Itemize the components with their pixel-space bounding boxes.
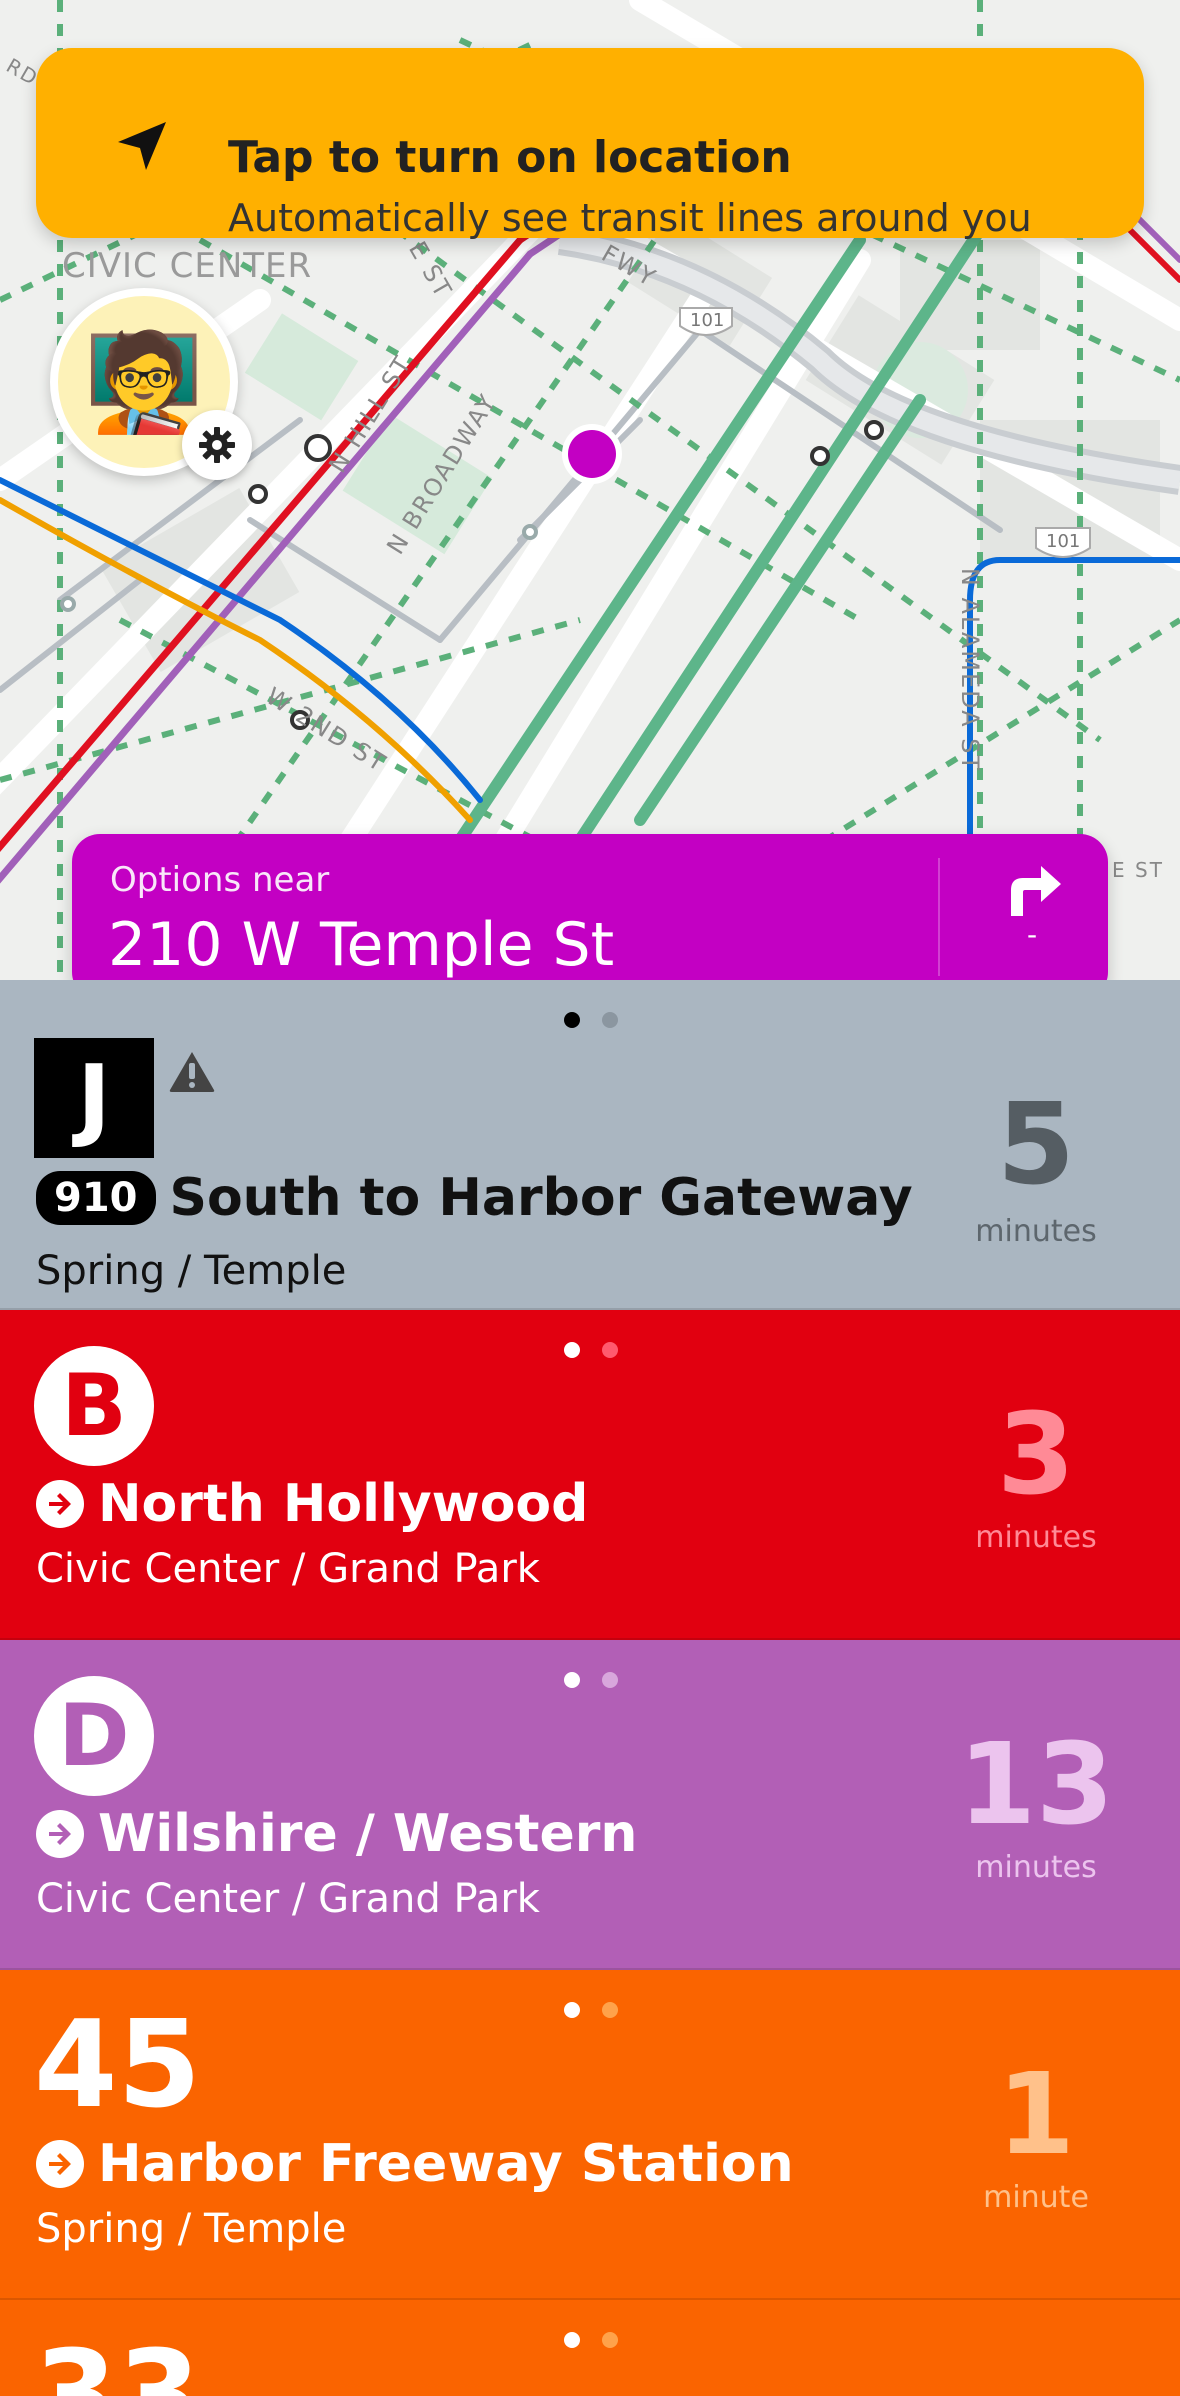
direction-arrow-icon (36, 1480, 84, 1528)
options-near-address: 210 W Temple St (108, 910, 615, 980)
page-dot-active (564, 1672, 580, 1688)
destination-text: Harbor Freeway Station (98, 2134, 794, 2194)
highway-shield-101-a: 101 (690, 310, 725, 331)
destination-text: Wilshire / Western (98, 1804, 638, 1864)
direction-arrow-icon (36, 1810, 84, 1858)
directions-button[interactable]: - (972, 854, 1092, 980)
route-number-45: 45 (34, 1996, 201, 2135)
page-dot-active (564, 2332, 580, 2348)
location-banner-title: Tap to turn on location (228, 132, 792, 183)
eta-minutes: 5 (997, 1080, 1075, 1210)
page-dot (602, 2002, 618, 2018)
card-page-dots (564, 1672, 618, 1688)
stop-name: Civic Center / Grand Park (36, 1546, 540, 1592)
options-near-bar[interactable]: Options near 210 W Temple St - (72, 834, 1108, 1000)
transit-card-j-line[interactable]: J 910 South to Harbor Gateway Spring / T… (0, 980, 1180, 1310)
eta-unit: minutes (975, 1214, 1097, 1249)
gear-icon (199, 427, 235, 463)
page-dot (602, 2332, 618, 2348)
destination-row: Harbor Freeway Station (36, 2134, 794, 2194)
card-page-dots (564, 2002, 618, 2018)
destination-text: South to Harbor Gateway (169, 1168, 913, 1228)
options-near-label: Options near (110, 860, 330, 900)
location-prompt-banner[interactable]: Tap to turn on location Automatically se… (36, 48, 1144, 240)
options-divider (938, 858, 940, 976)
card-page-dots (564, 1342, 618, 1358)
eta-unit: minutes (975, 1850, 1097, 1885)
page-dot-active (564, 1012, 580, 1028)
route-badge-d: D (34, 1676, 154, 1796)
route-number-33: 33 (34, 2326, 201, 2396)
page-dot-active (564, 1342, 580, 1358)
stop-name: Spring / Temple (36, 1248, 347, 1294)
settings-button[interactable] (182, 410, 252, 480)
route-badge-b: B (34, 1346, 154, 1466)
route-number-pill: 910 (36, 1171, 156, 1225)
map-label-civic-center: CIVIC CENTER (62, 246, 313, 286)
highway-shield-101-b: 101 (1046, 531, 1081, 552)
eta-minutes: 1 (997, 2050, 1075, 2180)
route-badge-j: J (34, 1038, 154, 1158)
location-banner-subtitle: Automatically see transit lines around y… (228, 196, 1032, 240)
destination-row: 910 South to Harbor Gateway (36, 1168, 913, 1228)
map-label-e-st-right: E ST (1112, 858, 1164, 882)
teacher-emoji-icon: 🧑‍🏫 (84, 325, 204, 438)
stop-name: Spring / Temple (36, 2206, 347, 2252)
eta-minutes: 13 (958, 1720, 1114, 1850)
direction-arrow-icon (36, 2140, 84, 2188)
transit-card-d-line[interactable]: D Wilshire / Western Civic Center / Gran… (0, 1640, 1180, 1970)
destination-row: North Hollywood (36, 1474, 588, 1534)
destination-row: Wilshire / Western (36, 1804, 637, 1864)
destination-text: North Hollywood (98, 1474, 589, 1534)
navigation-arrow-icon (118, 122, 166, 170)
eta-minutes: 3 (997, 1390, 1075, 1520)
directions-dash: - (1026, 918, 1038, 951)
eta-unit: minute (983, 2180, 1089, 2215)
page-dot (602, 1342, 618, 1358)
card-page-dots (564, 1012, 618, 1028)
card-page-dots (564, 2332, 618, 2348)
eta-unit: minutes (975, 1520, 1097, 1555)
map-label-alameda-st: N ALAMEDA ST (956, 567, 985, 773)
transit-card-route-45[interactable]: 45 Harbor Freeway Station Spring / Templ… (0, 1970, 1180, 2300)
alert-warning-icon[interactable] (168, 1050, 216, 1094)
page-dot (602, 1672, 618, 1688)
transit-card-b-line[interactable]: B North Hollywood Civic Center / Grand P… (0, 1310, 1180, 1640)
transit-card-route-33[interactable]: 33 (0, 2300, 1180, 2396)
stop-name: Civic Center / Grand Park (36, 1876, 540, 1922)
page-dot-active (564, 2002, 580, 2018)
turn-right-arrow-icon (1011, 866, 1061, 916)
page-dot (602, 1012, 618, 1028)
